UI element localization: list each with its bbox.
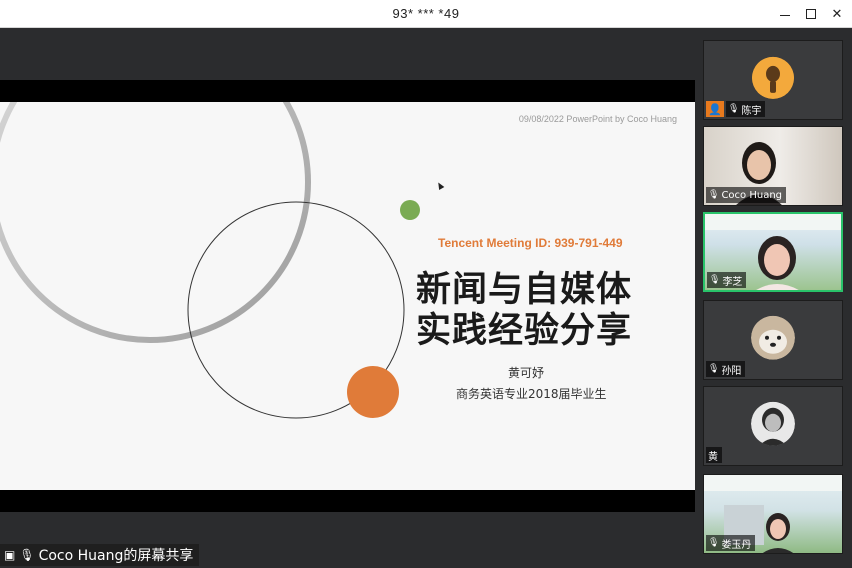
participant-tile-active[interactable]: 🎙 李芝 <box>703 212 843 292</box>
participant-name: 孙阳 <box>721 365 742 377</box>
participant-tile[interactable]: 🎙 Coco Huang <box>703 126 843 206</box>
microphone-avatar-icon <box>752 56 794 99</box>
mic-icon: 🎙 <box>708 190 720 200</box>
green-dot-shape <box>400 200 420 220</box>
participant-name: 娄玉丹 <box>721 539 752 551</box>
close-button[interactable]: ✕ <box>824 4 850 24</box>
dog-avatar-icon <box>751 315 795 360</box>
slide-title-line1: 新闻与自媒体 <box>416 270 633 310</box>
title-bar: 93* *** *49 ✕ <box>0 0 852 28</box>
screen-share-label: ▣ 🎙 Coco Huang的屏幕共享 <box>0 544 200 566</box>
participant-name-tag: 黄 <box>706 447 722 463</box>
screen-share-icon: ▣ <box>4 548 16 562</box>
meeting-window: 93* *** *49 ✕ 09/08/2022 PowerPoint by C… <box>0 0 852 568</box>
shared-screen-area: 09/08/2022 PowerPoint by Coco Huang Tenc… <box>0 28 695 568</box>
participant-name: 陈宇 <box>741 105 762 117</box>
participant-tile[interactable]: 🎙 孙阳 <box>703 300 843 380</box>
slide-title: 新闻与自媒体 实践经验分享 <box>416 270 632 352</box>
participant-sidebar: 👤 🎙 陈宇 🎙 Coco Huang 🎙 李芝 🎙 孙阳 黄 🎙 娄玉丹 <box>695 28 852 568</box>
presentation-slide: 09/08/2022 PowerPoint by Coco Huang Tenc… <box>0 102 695 490</box>
maximize-icon <box>806 9 816 19</box>
avatar <box>752 56 794 99</box>
participant-tile[interactable]: 黄 <box>703 386 843 466</box>
slide-title-line2: 实践经验分享 <box>416 311 633 351</box>
avatar <box>751 315 795 360</box>
minimize-icon <box>780 14 790 16</box>
participant-tile[interactable]: 👤 🎙 陈宇 <box>703 40 843 120</box>
participant-tile[interactable]: 🎙 娄玉丹 <box>703 474 843 554</box>
microphone-icon: 🎙 <box>19 548 35 562</box>
letterbox-top <box>0 80 695 102</box>
avatar <box>751 401 795 446</box>
slide-subtitle: 商务英语专业2018届毕业生 <box>456 387 607 401</box>
letterbox-bottom <box>0 490 695 512</box>
slide-presenter: 黄可妤 <box>508 366 545 380</box>
close-icon: ✕ <box>831 6 843 22</box>
participant-name: Coco Huang <box>721 189 783 201</box>
portrait-avatar-icon <box>751 401 795 446</box>
mic-icon: 🎙 <box>708 538 720 548</box>
mic-muted-icon: 🎙 <box>708 364 720 374</box>
large-arc-shape <box>0 102 311 343</box>
participant-name-tag: 🎙 孙阳 <box>706 361 746 377</box>
person-icon: 👤 <box>706 101 724 117</box>
participant-name-tag: 🎙 陈宇 <box>726 101 766 117</box>
participant-name-tag: 🎙 娄玉丹 <box>706 535 756 551</box>
participant-name: 李芝 <box>722 276 743 288</box>
slide-meeting-id: Tencent Meeting ID: 939-791-449 <box>438 236 623 250</box>
minimize-button[interactable] <box>772 4 798 24</box>
mic-icon: 🎙 <box>709 275 721 285</box>
window-title: 93* *** *49 <box>392 6 460 21</box>
mic-muted-icon: 🎙 <box>728 104 740 114</box>
slide-date-line: 09/08/2022 PowerPoint by Coco Huang <box>518 114 677 124</box>
orange-dot-shape <box>347 366 399 418</box>
participant-name: 黄 <box>708 451 718 463</box>
screen-share-text: Coco Huang的屏幕共享 <box>38 548 194 564</box>
maximize-button[interactable] <box>798 4 824 24</box>
participant-name-tag: 🎙 李芝 <box>707 272 747 288</box>
participant-name-tag: 🎙 Coco Huang <box>706 187 787 203</box>
